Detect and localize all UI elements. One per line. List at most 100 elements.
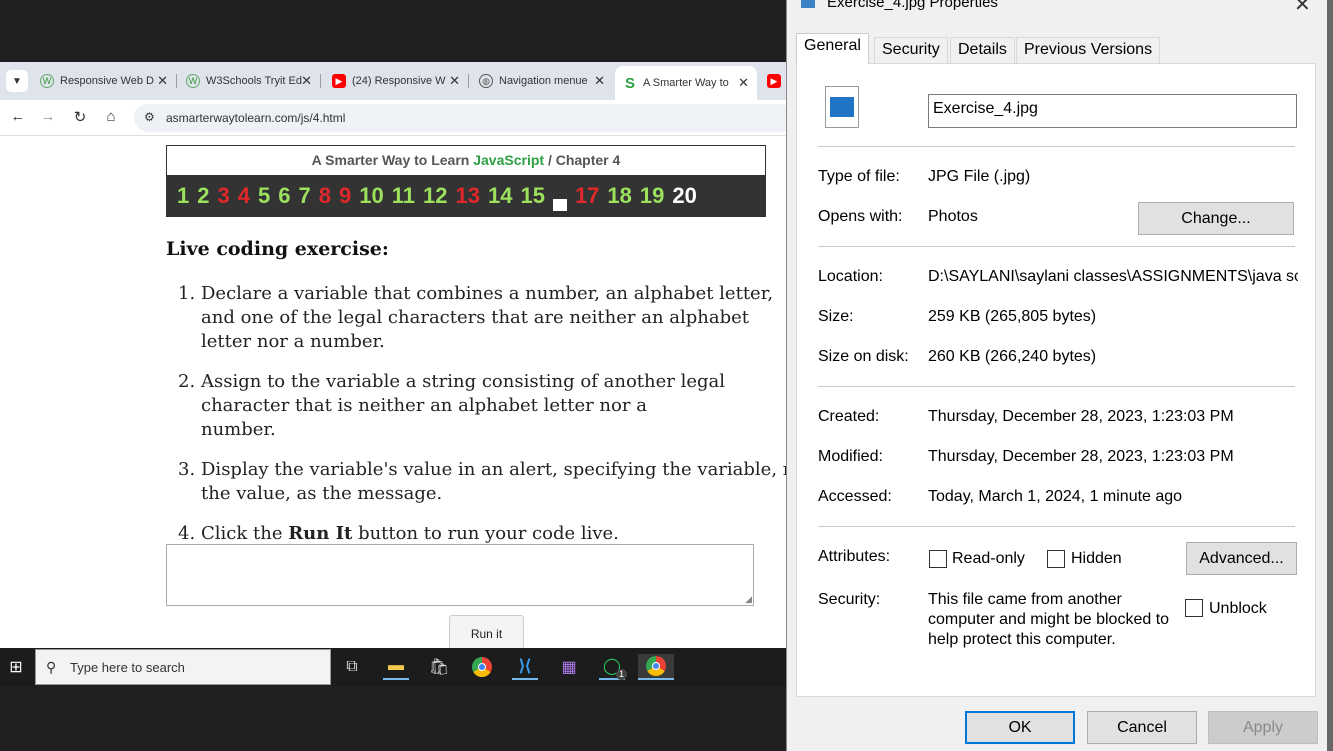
chapter-number-link[interactable]: 19 bbox=[640, 183, 664, 209]
tab-label: A Smarter Way to bbox=[643, 77, 729, 89]
location-label: Location: bbox=[818, 268, 883, 285]
hidden-label: Hidden bbox=[1071, 550, 1122, 567]
app-icon[interactable]: ▦ bbox=[556, 654, 582, 680]
home-icon[interactable]: ⌂ bbox=[101, 108, 121, 125]
chapter-number-link[interactable]: 2 bbox=[197, 183, 209, 209]
banner-chapter: / Chapter 4 bbox=[544, 152, 621, 168]
item-number: 4. bbox=[178, 523, 196, 544]
close-tab-icon[interactable]: ✕ bbox=[449, 73, 460, 89]
security-text-1: This file came from another bbox=[928, 591, 1122, 608]
code-textarea[interactable]: ◢ bbox=[166, 544, 754, 606]
chapter-number-link[interactable]: 17 bbox=[575, 183, 599, 209]
advanced-button[interactable]: Advanced... bbox=[1186, 542, 1297, 575]
tab-navigation-menu[interactable]: ◍ Navigation menue ✕ bbox=[479, 68, 605, 94]
close-tab-icon[interactable]: ✕ bbox=[157, 73, 168, 89]
chapter-number-link[interactable]: 12 bbox=[423, 183, 447, 209]
created-value: Thursday, December 28, 2023, 1:23:03 PM bbox=[928, 408, 1234, 425]
store-icon[interactable]: 🛍 bbox=[426, 654, 452, 680]
resize-handle-icon[interactable]: ◢ bbox=[745, 594, 752, 605]
close-tab-icon[interactable]: ✕ bbox=[738, 75, 749, 91]
chapter-number-link[interactable]: 9 bbox=[339, 183, 351, 209]
dialog-title: Exercise_4.jpg Properties bbox=[827, 0, 998, 11]
unblock-checkbox[interactable] bbox=[1185, 599, 1203, 617]
tab-w3schools[interactable]: W W3Schools Tryit Ed ✕ bbox=[186, 68, 312, 94]
site-info-icon[interactable]: ⚙ bbox=[144, 110, 155, 124]
taskbar: ⊞ ⚲ Type here to search ⧉ ▬ 🛍 ⟩⟨ ▦ ◯ 1 bbox=[0, 648, 786, 686]
file-explorer-icon[interactable]: ▬ bbox=[383, 654, 409, 680]
youtube-icon: ▶ bbox=[332, 74, 346, 88]
tab-security[interactable]: Security bbox=[874, 37, 948, 63]
attributes-label: Attributes: bbox=[818, 548, 891, 565]
vscode-icon[interactable]: ⟩⟨ bbox=[512, 654, 538, 680]
chapter-number-link[interactable]: 20 bbox=[672, 183, 696, 209]
youtube-icon: ▶ bbox=[767, 74, 781, 88]
cancel-button[interactable]: Cancel bbox=[1087, 711, 1197, 744]
back-arrow-icon[interactable]: ← bbox=[8, 108, 28, 125]
readonly-checkbox[interactable] bbox=[929, 550, 947, 568]
chapter-number-link[interactable]: 11 bbox=[392, 183, 415, 209]
item-text: button to run your code live. bbox=[352, 523, 619, 544]
taskbar-search-input[interactable]: ⚲ Type here to search bbox=[35, 649, 331, 685]
chapter-number-link[interactable]: 4 bbox=[238, 183, 250, 209]
size-label: Size: bbox=[818, 308, 854, 325]
list-item: 1. Declare a variable that combines a nu… bbox=[166, 282, 786, 354]
run-it-button[interactable]: Run it bbox=[449, 615, 524, 648]
globe-icon: ◍ bbox=[479, 74, 493, 88]
chapter-numbers: 1 2 3 4 5 6 7 8 9 10 11 12 13 14 15 17 18 19 20 bbox=[167, 175, 765, 216]
item-number: 2. bbox=[178, 371, 196, 392]
close-tab-icon[interactable]: ✕ bbox=[301, 73, 312, 89]
hidden-checkbox[interactable] bbox=[1047, 550, 1065, 568]
chrome-icon[interactable] bbox=[469, 654, 495, 680]
chapter-number-link[interactable]: 10 bbox=[359, 183, 383, 209]
unblock-label: Unblock bbox=[1209, 600, 1267, 617]
change-button[interactable]: Change... bbox=[1138, 202, 1294, 235]
chapter-number-link[interactable]: 5 bbox=[258, 183, 270, 209]
chrome-active-icon[interactable] bbox=[638, 654, 674, 680]
chapter-number-link[interactable]: 15 bbox=[520, 183, 544, 209]
forward-arrow-icon[interactable]: → bbox=[38, 108, 58, 125]
ok-button[interactable]: OK bbox=[965, 711, 1075, 744]
chapter-number-link[interactable]: 8 bbox=[319, 183, 331, 209]
location-value: D:\SAYLANI\saylani classes\ASSIGNMENTS\j… bbox=[928, 268, 1298, 285]
apply-button[interactable]: Apply bbox=[1208, 711, 1318, 744]
chapter-banner: A Smarter Way to Learn JavaScript / Chap… bbox=[166, 145, 766, 217]
chapter-number-link[interactable]: 13 bbox=[455, 183, 479, 209]
whatsapp-icon[interactable]: ◯ 1 bbox=[599, 654, 627, 680]
chapter-number-link[interactable]: 6 bbox=[278, 183, 290, 209]
tab-search-button[interactable]: ▼ bbox=[6, 70, 28, 92]
tab-youtube-2[interactable]: ▶ bbox=[767, 68, 786, 94]
chapter-number-link[interactable]: 18 bbox=[607, 183, 631, 209]
modified-label: Modified: bbox=[818, 448, 883, 465]
tab-previous-versions[interactable]: Previous Versions bbox=[1016, 37, 1161, 63]
task-view-icon[interactable]: ⧉ bbox=[339, 654, 365, 680]
reload-icon[interactable]: ↻ bbox=[70, 108, 90, 126]
banner-title: A Smarter Way to Learn JavaScript / Chap… bbox=[167, 146, 765, 175]
tab-smarter-way[interactable]: S A Smarter Way to ✕ bbox=[615, 66, 757, 100]
broken-image-icon bbox=[552, 198, 567, 211]
filename-input[interactable]: Exercise_4.jpg bbox=[928, 94, 1297, 128]
scrollbar[interactable] bbox=[1327, 0, 1333, 751]
security-text-2: computer and might be blocked to bbox=[928, 611, 1170, 628]
tab-youtube[interactable]: ▶ (24) Responsive W ✕ bbox=[332, 68, 460, 94]
chapter-number-link[interactable]: 7 bbox=[299, 183, 311, 209]
list-item: 3. Display the variable's value in an al… bbox=[166, 458, 786, 506]
tab-strip: ▼ W Responsive Web D ✕ W W3Schools Tryit… bbox=[0, 62, 786, 100]
address-bar[interactable]: ⚙ asmarterwaytolearn.com/js/4.html bbox=[134, 104, 786, 132]
tab-responsive-web[interactable]: W Responsive Web D ✕ bbox=[40, 68, 168, 94]
windows-start-icon[interactable]: ⊞ bbox=[0, 648, 32, 686]
list-item: 4. Click the Run It button to run your c… bbox=[166, 522, 786, 546]
close-icon[interactable]: ✕ bbox=[1294, 0, 1311, 17]
close-tab-icon[interactable]: ✕ bbox=[594, 73, 605, 89]
whatsapp-badge: 1 bbox=[616, 669, 627, 680]
chapter-number-link[interactable]: 14 bbox=[488, 183, 512, 209]
security-label: Security: bbox=[818, 591, 881, 608]
type-label: Type of file: bbox=[818, 168, 900, 185]
search-icon: ⚲ bbox=[46, 659, 57, 675]
tab-details[interactable]: Details bbox=[950, 37, 1015, 63]
tab-general[interactable]: General bbox=[796, 33, 869, 64]
chapter-number-link[interactable]: 1 bbox=[177, 183, 189, 209]
chapter-number-link[interactable]: 3 bbox=[218, 183, 230, 209]
browser-toolbar: ← → ↻ ⌂ ⚙ asmarterwaytolearn.com/js/4.ht… bbox=[0, 100, 786, 136]
banner-js-link[interactable]: JavaScript bbox=[473, 152, 544, 168]
item-number: 3. bbox=[178, 459, 196, 480]
